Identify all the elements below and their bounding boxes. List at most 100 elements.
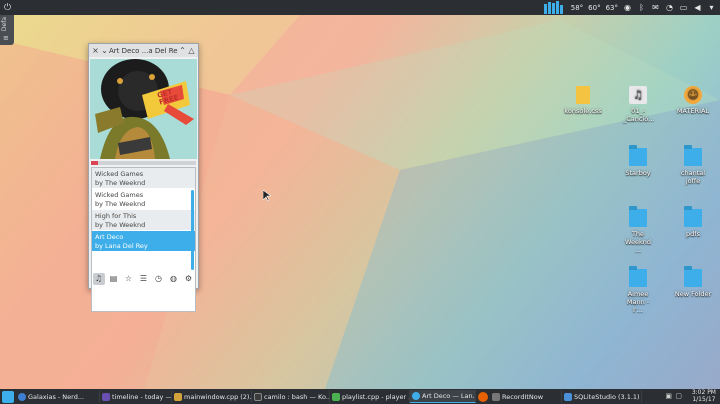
desktop-icon-01-cancion[interactable]: ♫ 01_-_Canció... bbox=[607, 86, 669, 123]
folder-icon bbox=[629, 266, 647, 287]
desktop-icon-the-weeknd[interactable]: The Weeknd ... bbox=[607, 206, 669, 254]
track-title: Art Deco bbox=[95, 233, 124, 241]
star-icon[interactable]: ☆ bbox=[123, 273, 135, 285]
desktop-icon-aimee-mann[interactable]: Aimee Mann - I'... bbox=[607, 266, 669, 314]
task-label: mainwindow.cpp (2)... bbox=[184, 392, 252, 401]
desktop-icon-label: konsole.css bbox=[564, 107, 602, 115]
desktop-icon-label: New Folder bbox=[674, 290, 712, 298]
menu-icon[interactable]: ⏻ bbox=[4, 3, 11, 13]
task-playlist-cpp[interactable]: playlist.cpp - player ... bbox=[330, 390, 410, 403]
desktop-icon-material[interactable]: ☺ MATERIAL bbox=[662, 86, 720, 115]
music-file-icon: ♫ bbox=[629, 86, 647, 104]
playlist: Wicked Games by The Weeknd Wicked Games … bbox=[91, 167, 196, 312]
keep-above-icon[interactable]: ⌃ bbox=[178, 46, 187, 55]
bluetooth-icon[interactable]: ᛒ bbox=[637, 3, 646, 12]
task-recorditnow[interactable]: RecordItNow bbox=[490, 390, 562, 403]
list-item[interactable]: Wicked Games by The Weeknd bbox=[92, 189, 195, 210]
timeline-icon bbox=[102, 392, 110, 401]
folder-icon bbox=[684, 206, 702, 227]
lock-icon[interactable]: ▢ bbox=[675, 392, 682, 400]
task-label: RecordItNow bbox=[502, 392, 544, 401]
globe-icon[interactable]: ◍ bbox=[168, 273, 180, 285]
playlist-icon[interactable]: ▤ bbox=[108, 273, 120, 285]
tray-arrow-icon[interactable]: ▾ bbox=[707, 3, 716, 12]
music-player-window[interactable]: × ⌄ Art Deco ...a Del Rey ⌃ △ GET FREE W… bbox=[88, 43, 199, 312]
desktop-icon-label: chantal joffe bbox=[680, 169, 706, 185]
folder-icon bbox=[629, 206, 647, 227]
list-item-selected[interactable]: Art Deco by Lana Del Rey bbox=[92, 231, 195, 252]
task-label: camilo : bash — Ko... bbox=[264, 392, 330, 401]
firefox-icon[interactable] bbox=[478, 391, 488, 402]
desktop-icon-pdfs[interactable]: pdfs bbox=[662, 206, 720, 238]
clock[interactable]: 3:02 PM 1/15/17 bbox=[692, 389, 716, 403]
folder-icon bbox=[684, 266, 702, 287]
track-artist: by The Weeknd bbox=[95, 220, 146, 229]
mouse-cursor bbox=[263, 190, 271, 201]
queue-icon[interactable]: ☰ bbox=[138, 273, 150, 285]
clipboard-icon[interactable]: ▣ bbox=[665, 392, 672, 400]
cpu-temp-3: 63° bbox=[605, 3, 618, 12]
player-toolbar: ♫ ▤ ☆ ☰ ◷ ◍ ⚙ bbox=[91, 272, 196, 286]
task-label: Galaxias - Nerd... bbox=[28, 392, 85, 401]
list-item[interactable]: Wicked Games by The Weeknd bbox=[92, 168, 195, 189]
folder-icon bbox=[629, 145, 647, 166]
desktop-icon-konsole-css[interactable]: konsole.css bbox=[552, 86, 614, 115]
volume-icon[interactable]: ◀ bbox=[693, 3, 702, 12]
history-icon[interactable]: ◷ bbox=[153, 273, 165, 285]
emoji-icon: ☺ bbox=[684, 86, 702, 104]
mail-icon[interactable]: ✉ bbox=[651, 3, 660, 12]
database-icon bbox=[564, 392, 572, 401]
qt-creator-icon bbox=[332, 392, 340, 401]
list-item[interactable]: High for This by The Weeknd bbox=[92, 210, 195, 231]
desktop-icon-label: Aimee Mann - I'... bbox=[626, 290, 650, 314]
track-title: High for This bbox=[95, 212, 137, 220]
app-launcher-icon[interactable] bbox=[2, 390, 14, 403]
record-icon bbox=[492, 392, 500, 401]
player-titlebar[interactable]: × ⌄ Art Deco ...a Del Rey ⌃ △ bbox=[89, 44, 198, 57]
seek-bar[interactable] bbox=[91, 161, 196, 165]
wifi-icon[interactable]: ◔ bbox=[665, 3, 674, 12]
task-timeline[interactable]: timeline - today —... bbox=[100, 390, 172, 403]
steam-icon[interactable]: ◉ bbox=[623, 3, 632, 12]
system-tray: 58° 60° 63° ◉ ᛒ ✉ ◔ ▭ ◀ ▾ bbox=[543, 0, 716, 15]
cpu-graph[interactable] bbox=[543, 1, 566, 14]
desktop-icon-label: Starboy bbox=[625, 169, 651, 177]
player-icon bbox=[412, 392, 420, 400]
desktop-icon-label: 01_-_Canció... bbox=[623, 107, 655, 123]
playlist-scrollbar[interactable] bbox=[191, 190, 194, 270]
task-art-deco[interactable]: Art Deco — Lan... bbox=[410, 390, 476, 403]
desktop-icon-new-folder[interactable]: New Folder bbox=[662, 266, 720, 298]
hamburger-icon[interactable]: ≡ bbox=[3, 34, 9, 42]
maximize-icon[interactable]: △ bbox=[187, 46, 196, 55]
task-mainwindow[interactable]: mainwindow.cpp (2)... bbox=[172, 390, 252, 403]
desktop-icon-chantal-joffe[interactable]: chantal joffe bbox=[662, 145, 720, 185]
track-artist: by Lana Del Rey bbox=[95, 241, 148, 250]
track-title: Wicked Games bbox=[95, 191, 144, 199]
battery-icon[interactable]: ▭ bbox=[679, 3, 688, 12]
left-dock[interactable]: Defa ≡ bbox=[0, 15, 14, 45]
music-note-icon[interactable]: ♫ bbox=[92, 273, 105, 285]
track-artist: by The Weeknd bbox=[95, 178, 146, 187]
editor-icon bbox=[174, 392, 182, 401]
task-galaxias[interactable]: Galaxias - Nerd... bbox=[16, 390, 100, 403]
cpu-temp-2: 60° bbox=[588, 3, 601, 12]
album-cover: GET FREE bbox=[90, 59, 197, 159]
file-icon bbox=[576, 86, 590, 104]
close-icon[interactable]: × bbox=[91, 46, 100, 55]
chevron-down-icon[interactable]: ⌄ bbox=[100, 46, 109, 55]
desktop-icon-label: The Weeknd ... bbox=[624, 230, 652, 254]
desktop-icon-label: pdfs bbox=[686, 230, 700, 238]
task-sqlitestudio[interactable]: SQLiteStudio (3.1.1) bbox=[562, 390, 642, 403]
task-konsole[interactable]: camilo : bash — Ko... bbox=[252, 390, 330, 403]
desktop-icon-label: MATERIAL bbox=[676, 107, 710, 115]
task-label: playlist.cpp - player ... bbox=[342, 392, 410, 401]
clock-date: 1/15/17 bbox=[692, 395, 716, 403]
player-title: Art Deco ...a Del Rey bbox=[109, 46, 178, 55]
track-title: Wicked Games bbox=[95, 170, 144, 178]
seek-bar-fill bbox=[91, 161, 99, 165]
cpu-temp-1: 58° bbox=[570, 3, 584, 12]
top-panel: ⏻ 58° 60° 63° ◉ ᛒ ✉ ◔ ▭ ◀ ▾ bbox=[0, 0, 720, 15]
desktop-icon-starboy[interactable]: Starboy bbox=[607, 145, 669, 177]
settings-icon[interactable]: ⚙ bbox=[183, 273, 195, 285]
terminal-icon bbox=[254, 392, 262, 401]
